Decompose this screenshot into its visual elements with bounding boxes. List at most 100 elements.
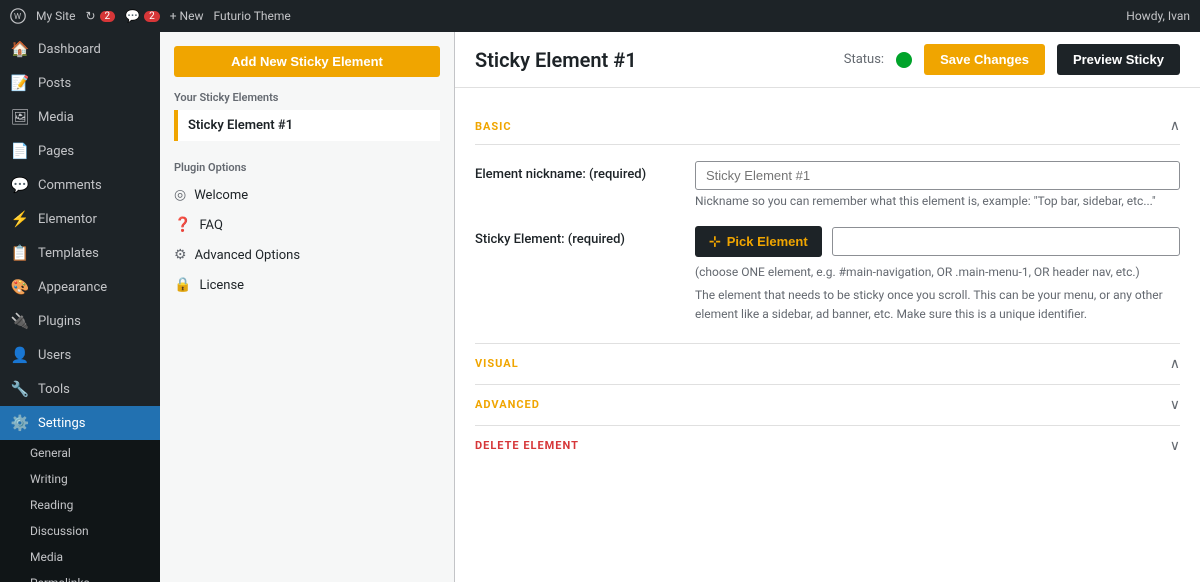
status-label: Status: bbox=[844, 52, 884, 67]
sidebar-label-pages: Pages bbox=[38, 144, 74, 159]
sidebar-item-pages[interactable]: 📄 Pages bbox=[0, 134, 160, 168]
sidebar-item-media[interactable]: 🖼 Media bbox=[0, 100, 160, 134]
option-label-license: License bbox=[199, 278, 244, 293]
sidebar-item-plugins[interactable]: 🔌 Plugins bbox=[0, 304, 160, 338]
visual-section-header[interactable]: VISUAL ∧ bbox=[475, 343, 1180, 384]
sidebar-item-dashboard[interactable]: 🏠 Dashboard bbox=[0, 32, 160, 66]
howdy-label: Howdy, Ivan bbox=[1126, 9, 1190, 23]
submenu-label-reading: Reading bbox=[30, 498, 73, 512]
page-title: Sticky Element #1 bbox=[475, 48, 637, 72]
option-faq[interactable]: ❓ FAQ bbox=[160, 210, 454, 240]
save-changes-button[interactable]: Save Changes bbox=[924, 44, 1045, 75]
sidebar-label-users: Users bbox=[38, 348, 71, 363]
site-label: My Site bbox=[36, 9, 75, 23]
tools-icon: 🔧 bbox=[10, 380, 30, 398]
main-content: Add New Sticky Element Your Sticky Eleme… bbox=[160, 32, 1200, 582]
option-advanced[interactable]: ⚙ Advanced Options bbox=[160, 240, 454, 270]
admin-bar: W My Site ↻ 2 💬 2 + New Futurio Theme Ho… bbox=[0, 0, 1200, 32]
sticky-element-label: Sticky Element: (required) bbox=[475, 226, 675, 247]
submenu-item-media-settings[interactable]: Media bbox=[0, 544, 160, 570]
new-button[interactable]: + New bbox=[170, 9, 204, 23]
faq-icon: ❓ bbox=[174, 217, 191, 233]
submenu-label-general: General bbox=[30, 446, 71, 460]
sidebar: 🏠 Dashboard 📝 Posts 🖼 Media 📄 Pages 💬 Co… bbox=[0, 32, 160, 582]
dashboard-icon: 🏠 bbox=[10, 40, 30, 58]
comment-count[interactable]: 💬 2 bbox=[125, 9, 160, 23]
advanced-icon: ⚙ bbox=[174, 247, 187, 263]
add-new-sticky-button[interactable]: Add New Sticky Element bbox=[174, 46, 440, 77]
option-welcome[interactable]: ◎ Welcome bbox=[160, 180, 454, 210]
sidebar-label-tools: Tools bbox=[38, 382, 70, 397]
submenu-item-reading[interactable]: Reading bbox=[0, 492, 160, 518]
elementor-icon: ⚡ bbox=[10, 210, 30, 228]
cursor-icon: ⊹ bbox=[709, 233, 721, 250]
delete-label: DELETE ELEMENT bbox=[475, 439, 579, 452]
left-panel: Add New Sticky Element Your Sticky Eleme… bbox=[160, 32, 455, 582]
submenu-label-media: Media bbox=[30, 550, 63, 564]
pick-element-wrapper: ⊹ Pick Element bbox=[695, 226, 1180, 257]
sidebar-item-appearance[interactable]: 🎨 Appearance bbox=[0, 270, 160, 304]
settings-icon: ⚙️ bbox=[10, 414, 30, 432]
submenu-item-writing[interactable]: Writing bbox=[0, 466, 160, 492]
sidebar-label-settings: Settings bbox=[38, 416, 85, 431]
posts-icon: 📝 bbox=[10, 74, 30, 92]
advanced-section-header[interactable]: ADVANCED ∨ bbox=[475, 384, 1180, 425]
advanced-chevron-icon: ∨ bbox=[1170, 397, 1180, 413]
delete-section-header[interactable]: DELETE ELEMENT ∨ bbox=[475, 425, 1180, 466]
welcome-icon: ◎ bbox=[174, 187, 186, 203]
right-panel: Sticky Element #1 Status: Save Changes P… bbox=[455, 32, 1200, 582]
comments-icon: 💬 bbox=[10, 176, 30, 194]
submenu-label-discussion: Discussion bbox=[30, 524, 89, 538]
element-selector-input[interactable] bbox=[832, 227, 1180, 256]
nickname-field: Nickname so you can remember what this e… bbox=[695, 161, 1180, 208]
submenu-label-writing: Writing bbox=[30, 472, 68, 486]
wordpress-logo-icon: W bbox=[10, 8, 26, 24]
sidebar-label-plugins: Plugins bbox=[38, 314, 81, 329]
delete-chevron-icon: ∨ bbox=[1170, 438, 1180, 454]
plugin-options-label: Plugin Options bbox=[160, 151, 454, 180]
basic-label: BASIC bbox=[475, 120, 512, 133]
nickname-input[interactable] bbox=[695, 161, 1180, 190]
layout: 🏠 Dashboard 📝 Posts 🖼 Media 📄 Pages 💬 Co… bbox=[0, 32, 1200, 582]
submenu-item-permalinks[interactable]: Permalinks bbox=[0, 570, 160, 582]
preview-sticky-button[interactable]: Preview Sticky bbox=[1057, 44, 1180, 75]
sticky-element-row: Sticky Element: (required) ⊹ Pick Elemen… bbox=[475, 226, 1180, 325]
submenu-item-general[interactable]: General bbox=[0, 440, 160, 466]
update-count[interactable]: ↻ 2 bbox=[85, 9, 115, 23]
sidebar-label-elementor: Elementor bbox=[38, 212, 97, 227]
sidebar-label-dashboard: Dashboard bbox=[38, 42, 101, 57]
sidebar-item-templates[interactable]: 📋 Templates bbox=[0, 236, 160, 270]
appearance-icon: 🎨 bbox=[10, 278, 30, 296]
update-badge: 2 bbox=[100, 11, 116, 22]
sidebar-item-elementor[interactable]: ⚡ Elementor bbox=[0, 202, 160, 236]
your-sticky-elements-label: Your Sticky Elements bbox=[160, 87, 454, 110]
site-name[interactable]: My Site bbox=[36, 9, 75, 23]
sidebar-item-tools[interactable]: 🔧 Tools bbox=[0, 372, 160, 406]
sidebar-item-users[interactable]: 👤 Users bbox=[0, 338, 160, 372]
nickname-label: Element nickname: (required) bbox=[475, 161, 675, 182]
basic-chevron-icon: ∧ bbox=[1170, 118, 1180, 134]
sticky-element-item[interactable]: Sticky Element #1 bbox=[174, 110, 440, 141]
sidebar-item-comments[interactable]: 💬 Comments bbox=[0, 168, 160, 202]
comment-badge: 2 bbox=[144, 11, 160, 22]
sidebar-item-settings[interactable]: ⚙️ Settings bbox=[0, 406, 160, 440]
sticky-element-field: ⊹ Pick Element (choose ONE element, e.g.… bbox=[695, 226, 1180, 325]
option-label-advanced: Advanced Options bbox=[195, 248, 300, 263]
advanced-label: ADVANCED bbox=[475, 398, 540, 411]
header-actions: Status: Save Changes Preview Sticky bbox=[844, 44, 1180, 75]
option-license[interactable]: 🔒 License bbox=[160, 270, 454, 300]
option-label-faq: FAQ bbox=[199, 218, 222, 233]
media-icon: 🖼 bbox=[10, 108, 30, 126]
svg-text:W: W bbox=[14, 12, 21, 21]
basic-section-header[interactable]: BASIC ∧ bbox=[475, 108, 1180, 145]
sidebar-item-posts[interactable]: 📝 Posts bbox=[0, 66, 160, 100]
option-label-welcome: Welcome bbox=[194, 188, 248, 203]
pick-element-button[interactable]: ⊹ Pick Element bbox=[695, 226, 822, 257]
nickname-row: Element nickname: (required) Nickname so… bbox=[475, 161, 1180, 208]
theme-label: Futurio Theme bbox=[213, 9, 290, 23]
submenu-label-permalinks: Permalinks bbox=[30, 576, 90, 582]
templates-icon: 📋 bbox=[10, 244, 30, 262]
nickname-hint: Nickname so you can remember what this e… bbox=[695, 194, 1180, 208]
sidebar-label-posts: Posts bbox=[38, 76, 71, 91]
submenu-item-discussion[interactable]: Discussion bbox=[0, 518, 160, 544]
